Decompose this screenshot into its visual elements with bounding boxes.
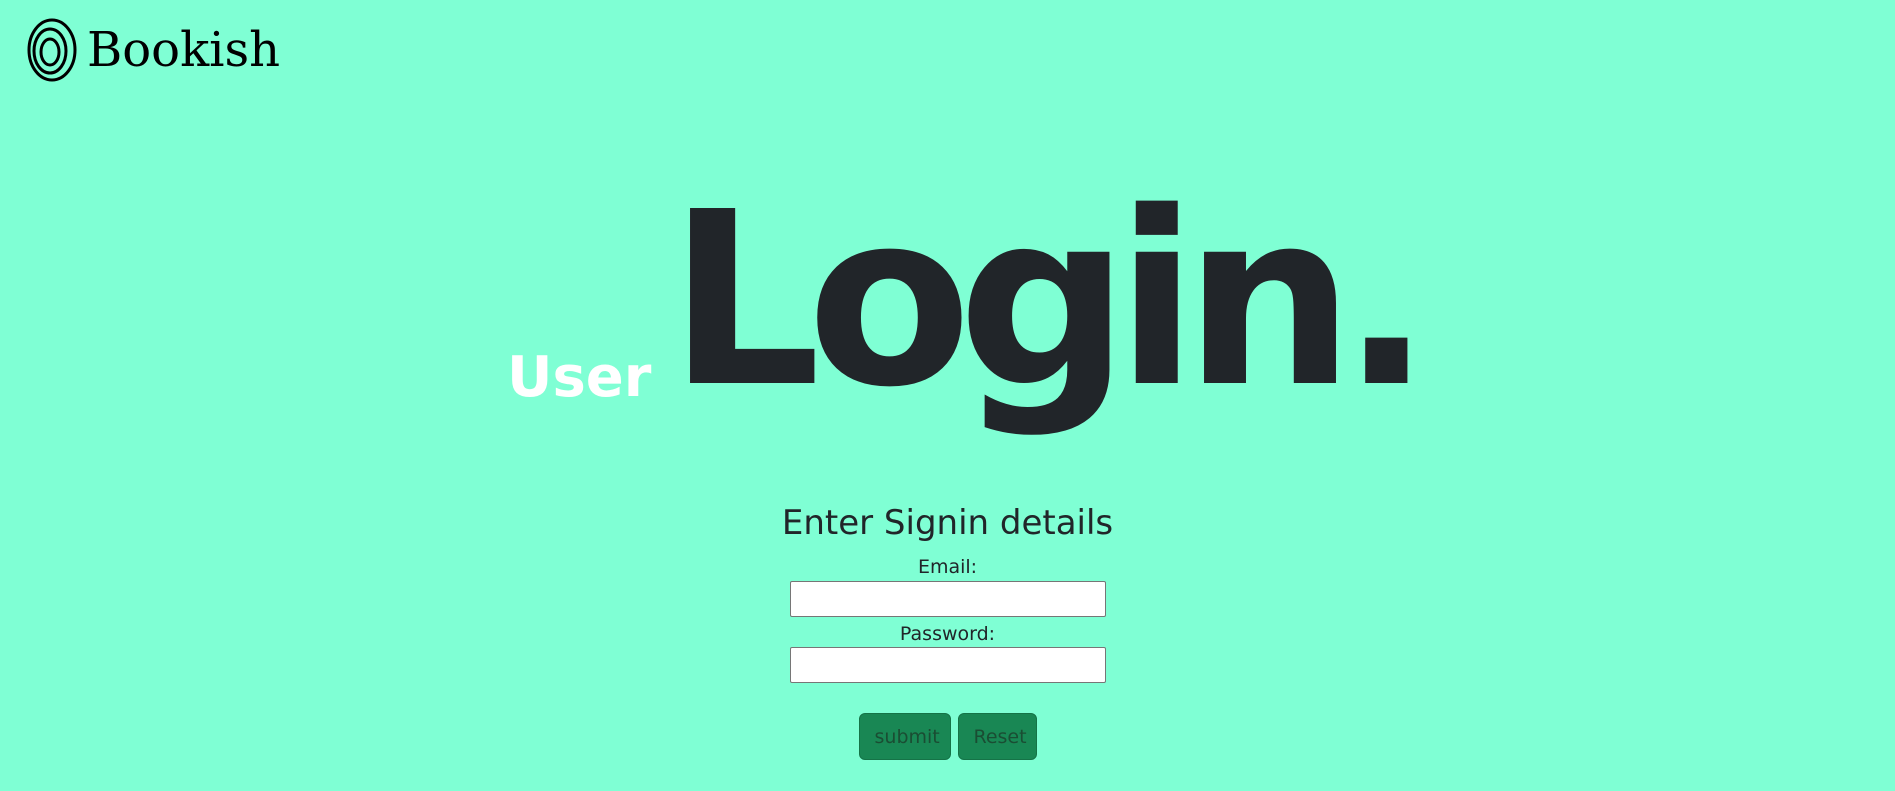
spiral-rings-icon xyxy=(27,18,77,82)
heading-prefix: User xyxy=(507,345,652,410)
form-actions: submit Reset xyxy=(0,713,1895,761)
form-title: Enter Signin details xyxy=(781,503,1114,543)
email-field[interactable] xyxy=(789,580,1106,617)
reset-button[interactable]: Reset xyxy=(957,713,1037,761)
brand-logo[interactable]: Bookish xyxy=(27,18,280,82)
page-heading: User Login. xyxy=(0,180,1895,480)
submit-button[interactable]: submit xyxy=(858,713,951,761)
heading-main: Login. xyxy=(668,160,1432,440)
password-label: Password: xyxy=(899,622,996,645)
signin-form: Enter Signin details Email: Password: su… xyxy=(0,503,1895,761)
brand-name: Bookish xyxy=(87,22,281,78)
email-label: Email: xyxy=(917,555,978,578)
password-field[interactable] xyxy=(789,647,1106,684)
